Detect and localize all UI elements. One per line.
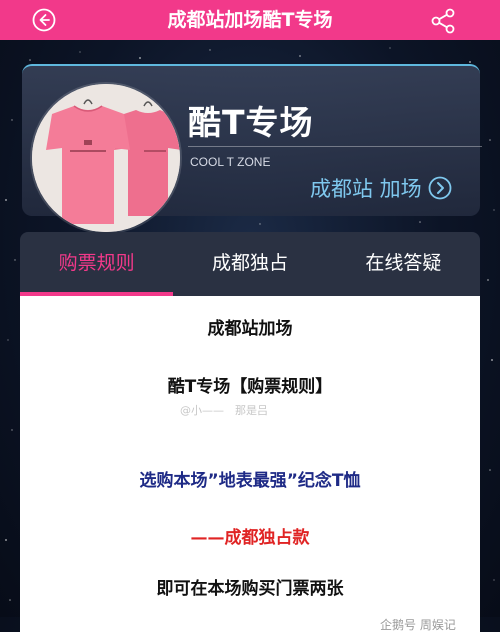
city-session-link[interactable]: 成都站 加场 (310, 174, 452, 202)
rules-ticket-text: 即可在本场购买门票两张 (156, 579, 344, 599)
rules-heading: 成都站加场 (207, 319, 293, 339)
source-watermark: 企鹅号 周娱记 (380, 618, 456, 632)
tshirt-thumbnail (32, 84, 180, 232)
event-hero-card: 酷T专场 COOL T ZONE 成都站 加场 (22, 64, 482, 232)
tab-bar: 购票规则 成都独占 在线答疑 (20, 232, 480, 296)
page-title: 成都站加场酷T专场 (167, 9, 333, 31)
chevron-right-circle-icon (428, 176, 452, 200)
city-session-label: 成都站 加场 (310, 177, 422, 201)
tab-ticket-rules[interactable]: 购票规则 (20, 232, 174, 296)
tab-online-qa[interactable]: 在线答疑 (327, 232, 480, 296)
top-bar: 成都站加场酷T专场 (0, 0, 500, 40)
rules-exclusive-text: ——成都独占款 (190, 528, 310, 548)
tab-chengdu-exclusive[interactable]: 成都独占 (173, 232, 326, 296)
rules-content: 成都站加场 酷T专场【购票规则】 @小—— 那是吕 选购本场”地表最强”纪念T恤… (20, 296, 480, 632)
share-icon[interactable] (430, 8, 456, 34)
weibo-watermark: @小—— 那是吕 (180, 404, 268, 417)
info-panel: 购票规则 成都独占 在线答疑 成都站加场 酷T专场【购票规则】 @小—— 那是吕… (20, 232, 480, 632)
rules-subheading: 酷T专场【购票规则】 (167, 377, 333, 397)
hero-divider (188, 146, 482, 147)
hero-subtitle: COOL T ZONE (190, 155, 271, 169)
pink-tshirts-image (32, 84, 180, 232)
rules-offer-text: 选购本场”地表最强”纪念T恤 (139, 471, 361, 491)
hero-title: 酷T专场 (188, 103, 314, 142)
